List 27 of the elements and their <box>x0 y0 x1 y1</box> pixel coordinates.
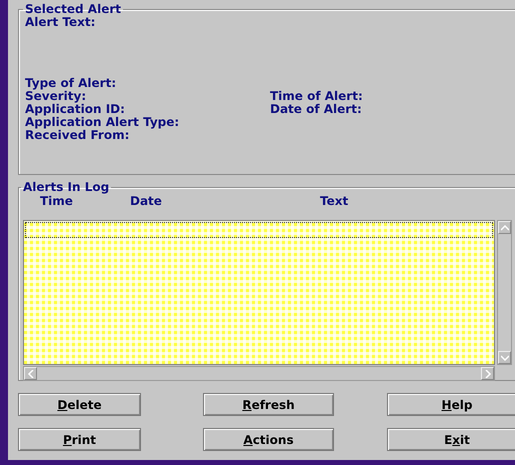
column-header: Text <box>320 194 348 208</box>
scroll-down-button[interactable] <box>498 351 511 364</box>
column-header: Date <box>130 194 162 208</box>
action-button[interactable]: Refresh <box>203 393 334 416</box>
action-button[interactable]: Actions <box>203 428 334 451</box>
field-label: Type of Alert: <box>25 77 118 90</box>
action-button[interactable]: Delete <box>18 393 141 416</box>
field-label: Time of Alert: <box>270 90 364 103</box>
group-title: Selected Alert <box>24 3 122 16</box>
field-label: Severity: <box>25 90 86 103</box>
field-label: Date of Alert: <box>270 103 363 116</box>
scroll-left-button[interactable] <box>24 367 37 380</box>
field-label: Application ID: <box>25 103 126 116</box>
scroll-right-button[interactable] <box>481 367 494 380</box>
focus-row[interactable] <box>25 222 493 238</box>
vertical-scrollbar[interactable] <box>497 220 512 365</box>
column-header: Time <box>40 194 73 208</box>
field-label: Received From: <box>25 129 130 142</box>
action-button[interactable]: Exit <box>387 428 515 451</box>
action-button[interactable]: Help <box>387 393 515 416</box>
horizontal-scrollbar[interactable] <box>23 366 495 381</box>
field-label: Application Alert Type: <box>25 116 180 129</box>
group-title: Alerts In Log <box>22 181 110 194</box>
scroll-up-button[interactable] <box>498 221 511 234</box>
field-label: Alert Text: <box>25 16 96 29</box>
action-button[interactable]: Print <box>18 428 141 451</box>
alert-list[interactable] <box>23 220 495 365</box>
